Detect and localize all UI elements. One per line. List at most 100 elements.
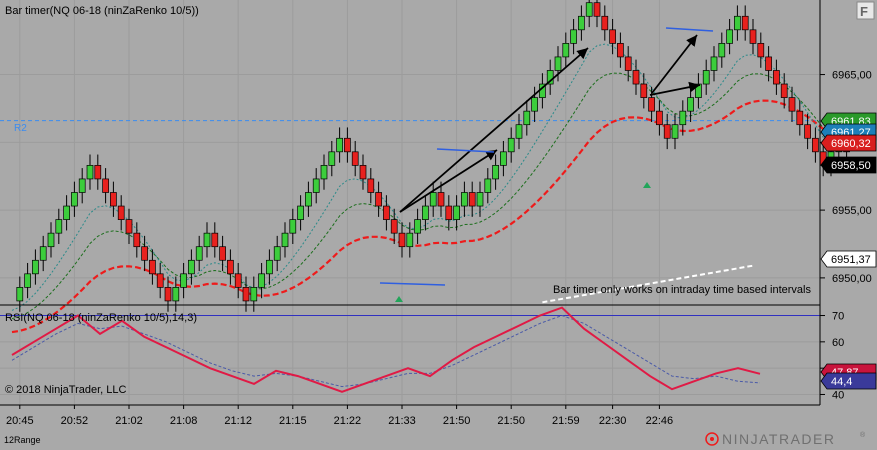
down-candle [234, 273, 242, 288]
up-candle [484, 178, 492, 193]
chart-canvas[interactable]: R2 Bar timer(NQ 06-18 (ninZaRenko 10/5))… [0, 0, 877, 450]
logo-dot [710, 437, 714, 441]
up-candle [320, 165, 328, 180]
time-tick-label: 21:08 [170, 415, 198, 427]
up-candle [86, 165, 94, 180]
up-candle [55, 219, 63, 234]
rsi-tick-label: 40 [832, 389, 844, 401]
price-tick-label: 6955,00 [832, 205, 872, 217]
down-candle [757, 43, 765, 58]
down-candle [141, 246, 148, 261]
up-candle [39, 246, 47, 261]
up-candle [32, 259, 39, 275]
up-candle [250, 287, 258, 302]
rsi-tick-label: 70 [832, 311, 844, 323]
up-candle [531, 97, 538, 112]
down-candle [624, 56, 632, 71]
up-candle [578, 15, 585, 31]
down-candle [149, 259, 156, 275]
up-candle [726, 29, 733, 44]
down-candle [804, 124, 811, 139]
up-candle [63, 205, 70, 220]
down-candle [219, 246, 226, 261]
period-label: 12Range [4, 435, 41, 445]
up-candle [570, 29, 577, 44]
logo-wordmark: NINJATRADER [722, 431, 835, 447]
down-candle [383, 205, 390, 220]
down-candle [437, 192, 445, 207]
rsi-badge-label: 44,4 [831, 376, 852, 388]
up-candle [258, 273, 265, 288]
up-candle [492, 165, 499, 180]
up-candle [180, 273, 187, 288]
time-tick-label: 21:02 [115, 415, 143, 427]
up-candle [500, 151, 507, 166]
up-candle [507, 137, 515, 153]
up-candle [687, 97, 694, 112]
down-candle [609, 29, 616, 44]
down-candle [656, 110, 663, 126]
r2-level-label: R2 [14, 123, 27, 134]
down-candle [648, 97, 655, 112]
price-badge-label: 6958,50 [831, 160, 871, 172]
down-candle [749, 29, 757, 44]
up-candle [336, 137, 343, 153]
down-candle [211, 232, 219, 248]
up-candle [453, 205, 460, 220]
down-candle [398, 232, 406, 248]
up-candle [16, 287, 24, 302]
down-candle [110, 192, 117, 207]
up-candle [305, 192, 312, 207]
up-candle [422, 205, 429, 220]
down-candle [133, 232, 141, 248]
time-tick-label: 21:22 [334, 415, 362, 427]
price-tick-label: 6950,00 [832, 273, 872, 285]
up-candle [47, 232, 55, 248]
down-candle [367, 178, 375, 193]
up-candle [429, 192, 437, 207]
down-candle [390, 219, 398, 234]
up-candle [523, 110, 531, 126]
logo-registered: ® [860, 431, 866, 439]
copyright-text: © 2018 NinjaTrader, LLC [5, 384, 126, 396]
up-candle [297, 205, 304, 220]
down-candle [741, 15, 749, 31]
down-candle [242, 287, 250, 302]
down-candle [663, 124, 671, 139]
up-candle [718, 43, 726, 58]
down-candle [632, 70, 640, 85]
up-candle [702, 70, 710, 85]
time-tick-label: 21:33 [388, 415, 416, 427]
time-tick-label: 22:46 [646, 415, 674, 427]
rsi-tick-label: 60 [832, 337, 844, 349]
up-candle [188, 259, 195, 275]
up-candle [414, 219, 421, 234]
time-tick-label: 22:30 [599, 415, 627, 427]
up-candle [476, 192, 484, 207]
down-candle [117, 205, 125, 220]
down-candle [344, 137, 351, 153]
time-tick-label: 21:15 [279, 415, 307, 427]
up-candle [515, 124, 523, 139]
up-candle [461, 192, 468, 207]
up-candle [406, 232, 414, 248]
up-candle [710, 56, 718, 71]
down-candle [780, 83, 788, 98]
price-badge-label: 6951,37 [831, 254, 871, 266]
up-candle [289, 219, 297, 234]
up-candle [71, 192, 78, 207]
up-candle [671, 124, 679, 139]
down-candle [812, 137, 819, 153]
menu-button-glyph: F [860, 4, 868, 19]
up-candle [273, 246, 281, 261]
up-candle [312, 178, 320, 193]
price-panel-title: Bar timer(NQ 06-18 (ninZaRenko 10/5)) [5, 5, 199, 17]
down-candle [617, 43, 624, 58]
down-candle [156, 273, 164, 288]
up-candle [78, 178, 86, 193]
up-candle [195, 246, 203, 261]
down-candle [445, 205, 453, 220]
menu-button[interactable]: F [856, 1, 875, 20]
up-candle [203, 232, 211, 248]
down-candle [601, 15, 609, 31]
